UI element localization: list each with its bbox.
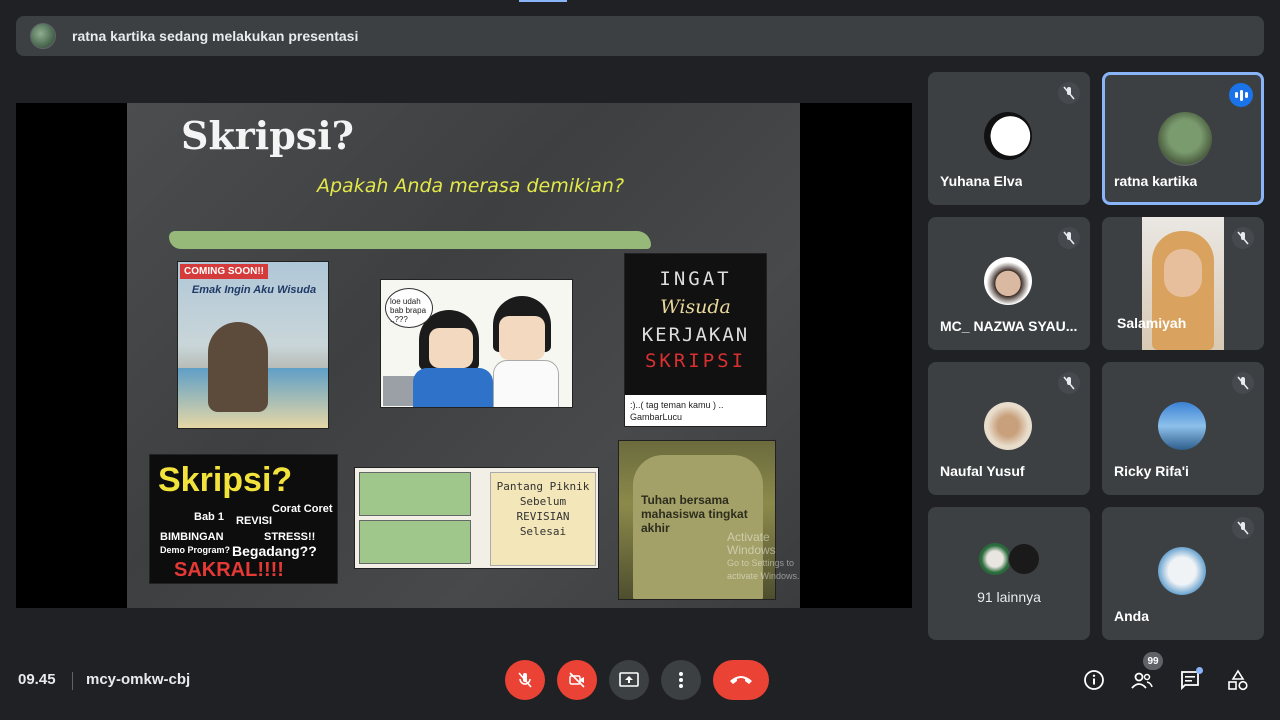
activate-windows-watermark: Activate Windows Go to Settings to activ… bbox=[727, 531, 800, 583]
clock: 09.45 bbox=[18, 671, 56, 688]
word-demo: Demo Program? bbox=[160, 545, 231, 555]
meme-title: Emak Ingin Aku Wisuda bbox=[191, 284, 317, 296]
mic-off-icon bbox=[518, 672, 532, 688]
present-icon bbox=[619, 672, 639, 687]
avatar bbox=[1158, 402, 1206, 450]
chat-notification-dot bbox=[1196, 667, 1203, 674]
others-count-label: 91 lainnya bbox=[977, 589, 1041, 605]
word-begadang: Begadang?? bbox=[232, 543, 317, 559]
meme-emak-wisuda: COMING SOON!! Emak Ingin Aku Wisuda bbox=[177, 261, 329, 429]
participant-name: Ricky Rifa'i bbox=[1114, 463, 1189, 479]
face-shape bbox=[1164, 249, 1202, 297]
speaking-indicator-icon bbox=[1229, 83, 1253, 107]
meeting-details-button[interactable] bbox=[1082, 668, 1106, 692]
mic-off-icon bbox=[1232, 372, 1254, 394]
people-icon bbox=[1131, 672, 1153, 689]
more-options-button[interactable] bbox=[661, 660, 701, 700]
figure-shape bbox=[208, 322, 268, 412]
top-indicator bbox=[519, 0, 567, 2]
word-sakral: SAKRAL!!!! bbox=[174, 559, 284, 581]
present-screen-button[interactable] bbox=[609, 660, 649, 700]
participant-name: Salamiyah bbox=[1117, 315, 1187, 331]
avatar bbox=[984, 402, 1032, 450]
avatar bbox=[1158, 547, 1206, 595]
avatar bbox=[1158, 112, 1212, 166]
mic-off-icon bbox=[1058, 372, 1080, 394]
people-count-badge: 99 bbox=[1143, 652, 1163, 670]
watermark-line-2: Go to Settings to activate Windows. bbox=[727, 558, 800, 581]
participant-name: Yuhana Elva bbox=[940, 173, 1023, 189]
people-button[interactable] bbox=[1130, 668, 1154, 692]
participant-tile-self[interactable]: Anda bbox=[1102, 507, 1264, 640]
hang-up-icon bbox=[730, 676, 752, 684]
camera-toggle-button[interactable] bbox=[557, 660, 597, 700]
meme-pantang-piknik: Pantang Piknik Sebelum REVISIAN Selesai bbox=[354, 467, 599, 569]
comic-panel-top bbox=[359, 472, 471, 516]
avatar bbox=[984, 112, 1032, 160]
more-vert-icon bbox=[679, 672, 683, 688]
activities-icon bbox=[1228, 669, 1248, 691]
participant-name: Anda bbox=[1114, 608, 1149, 624]
poster-line-4: SKRIPSI bbox=[644, 350, 747, 372]
mic-off-icon bbox=[1232, 517, 1254, 539]
participant-name: MC_ NAZWA SYAU... bbox=[940, 318, 1078, 334]
mic-off-icon bbox=[1058, 82, 1080, 104]
bottom-toolbar: 09.45 mcy-omkw-cbj 99 bbox=[0, 640, 1280, 720]
mic-off-icon bbox=[1232, 227, 1254, 249]
divider bbox=[72, 672, 73, 690]
chalk-underline bbox=[169, 231, 651, 249]
participant-name: ratna kartika bbox=[1114, 173, 1198, 189]
student-face-2 bbox=[499, 316, 545, 360]
avatar bbox=[1008, 543, 1040, 575]
word-bimbingan: BIMBINGAN bbox=[160, 531, 224, 543]
poster-caption: :)..( tag teman kamu ) .. GambarLucu bbox=[625, 395, 766, 426]
camera-off-icon bbox=[569, 672, 585, 688]
presentation-banner-text: ratna kartika sedang melakukan presentas… bbox=[72, 28, 359, 44]
watermark-line-1: Activate Windows bbox=[727, 530, 776, 557]
meme-comic-students: loe udah bab brapa ..??? bbox=[380, 279, 573, 408]
avatar bbox=[984, 257, 1032, 305]
presentation-slide: Skripsi? Apakah Anda merasa demikian? CO… bbox=[127, 103, 800, 608]
slide-title: Skripsi? bbox=[181, 113, 354, 158]
poster-line-3: KERJAKAN bbox=[641, 324, 750, 346]
word-corat-coret: Corat Coret bbox=[272, 503, 333, 515]
info-icon bbox=[1084, 670, 1104, 690]
word-revisi: REVISI bbox=[236, 515, 273, 527]
presenter-avatar bbox=[30, 23, 56, 49]
meme-ingat-wisuda: INGAT Wisuda KERJAKAN SKRIPSI :)..( tag … bbox=[624, 253, 767, 427]
poster-line-1: INGAT bbox=[659, 268, 732, 290]
participant-tile-ricky[interactable]: Ricky Rifa'i bbox=[1102, 362, 1264, 495]
presentation-stage: Skripsi? Apakah Anda merasa demikian? CO… bbox=[16, 103, 912, 608]
meme-skripsi-words: Skripsi? Bab 1 REVISI Corat Coret BIMBIN… bbox=[149, 454, 338, 584]
mic-off-icon bbox=[1058, 227, 1080, 249]
participant-tile-others[interactable]: 91 lainnya bbox=[928, 507, 1090, 640]
coming-soon-tag: COMING SOON!! bbox=[180, 264, 268, 279]
participant-tile-yuhana[interactable]: Yuhana Elva bbox=[928, 72, 1090, 205]
participant-tile-salamiyah[interactable]: Salamiyah bbox=[1102, 217, 1264, 350]
participant-tile-naufal[interactable]: Naufal Yusuf bbox=[928, 362, 1090, 495]
activities-button[interactable] bbox=[1226, 668, 1250, 692]
poster-line-2: Wisuda bbox=[660, 296, 731, 318]
slide-subtitle: Apakah Anda merasa demikian? bbox=[317, 175, 625, 197]
student-shirt-2 bbox=[493, 360, 559, 407]
meeting-code: mcy-omkw-cbj bbox=[86, 671, 191, 688]
participant-tile-nazwa[interactable]: MC_ NAZWA SYAU... bbox=[928, 217, 1090, 350]
comic-panel-bottom bbox=[359, 520, 471, 564]
avatar bbox=[979, 543, 1011, 575]
sticky-note: Pantang Piknik Sebelum REVISIAN Selesai bbox=[490, 472, 596, 566]
participant-tile-ratna[interactable]: ratna kartika bbox=[1102, 72, 1264, 205]
presentation-banner: ratna kartika sedang melakukan presentas… bbox=[16, 16, 1264, 56]
word-bab1: Bab 1 bbox=[194, 511, 224, 523]
student-face-1 bbox=[429, 328, 473, 368]
speech-bubble: loe udah bab brapa ..??? bbox=[385, 288, 433, 328]
tshirt-text: Tuhan bersama mahasiswa tingkat akhir bbox=[641, 493, 748, 535]
participant-name: Naufal Yusuf bbox=[940, 463, 1025, 479]
leave-call-button[interactable] bbox=[713, 660, 769, 700]
word-stress: STRESS!! bbox=[264, 531, 316, 543]
student-shirt-1 bbox=[413, 368, 493, 407]
mic-toggle-button[interactable] bbox=[505, 660, 545, 700]
skripsi-heading: Skripsi? bbox=[158, 461, 293, 499]
